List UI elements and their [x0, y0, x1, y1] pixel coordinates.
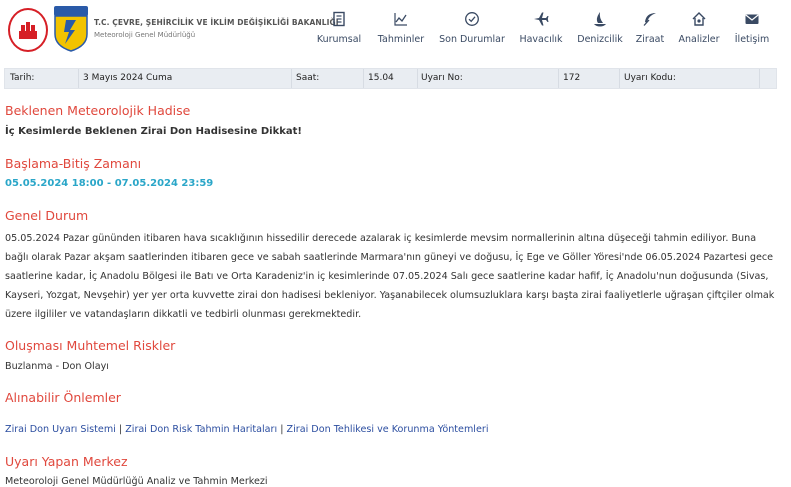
ministry-emblem-icon: [19, 22, 37, 39]
sailboat-icon: [594, 12, 606, 27]
merkez-title: Uyarı Yapan Merkez: [5, 454, 128, 469]
divider: [291, 69, 292, 88]
saat-label: Saat:: [296, 73, 320, 83]
divider: [78, 69, 79, 88]
nav-kurumsal[interactable]: Kurumsal: [314, 0, 364, 60]
risk-title: Oluşması Muhtemel Riskler: [5, 338, 176, 353]
building-icon: [333, 11, 345, 27]
hadise-text: İç Kesimlerde Beklenen Zirai Don Hadises…: [5, 126, 302, 137]
nav-son-durumlar[interactable]: Son Durumlar: [438, 0, 506, 60]
hadise-title: Beklenen Meteorolojik Hadise: [5, 103, 191, 118]
check-circle-icon: [465, 12, 479, 26]
genel-durum-text: 05.05.2024 Pazar gününden itibaren hava …: [5, 233, 775, 320]
tarih-label: Tarih:: [10, 73, 35, 83]
ministry-logo[interactable]: [8, 8, 48, 52]
saat-value: 15.04: [368, 73, 394, 83]
divider: [558, 69, 559, 88]
onlem-links: Zirai Don Uyarı Sistemi | Zirai Don Risk…: [5, 424, 488, 435]
nav-iletisim[interactable]: İletişim: [731, 0, 773, 60]
nav-label: Tahminler: [377, 34, 425, 45]
nav-analizler[interactable]: Analizler: [678, 0, 720, 60]
link-zirai-don-risk-haritalari[interactable]: Zirai Don Risk Tahmin Haritaları: [125, 424, 277, 435]
risk-text: Buzlanma - Don Olayı: [5, 361, 109, 372]
uyari-kodu-label: Uyarı Kodu:: [624, 73, 676, 83]
leaf-icon: [643, 13, 656, 26]
brand-text: T.C. ÇEVRE, ŞEHİRCİLİK VE İKLİM DEĞİŞİKL…: [94, 18, 339, 39]
link-separator: |: [118, 424, 123, 435]
onlem-title: Alınabilir Önlemler: [5, 390, 121, 405]
nav-label: Analizler: [678, 34, 720, 45]
uyari-no-label: Uyarı No:: [421, 73, 463, 83]
divider: [619, 69, 620, 88]
nav-tahminler[interactable]: Tahminler: [374, 0, 428, 60]
ministry-name: T.C. ÇEVRE, ŞEHİRCİLİK VE İKLİM DEĞİŞİKL…: [94, 18, 339, 27]
airplane-icon: [534, 12, 549, 26]
genel-durum-title: Genel Durum: [5, 208, 89, 223]
nav-ziraat[interactable]: Ziraat: [633, 0, 667, 60]
link-zirai-don-korunma-yontemleri[interactable]: Zirai Don Tehlikesi ve Korunma Yöntemler…: [287, 424, 489, 435]
meteoroloji-emblem-icon: [54, 6, 88, 52]
zaman-text: 05.05.2024 18:00 - 07.05.2024 23:59: [5, 178, 214, 189]
warning-info-bar: Tarih: 3 Mayıs 2024 Cuma Saat: 15.04 Uya…: [4, 68, 777, 89]
tarih-value: 3 Mayıs 2024 Cuma: [83, 73, 173, 83]
site-header: T.C. ÇEVRE, ŞEHİRCİLİK VE İKLİM DEĞİŞİKL…: [0, 0, 791, 60]
house-icon: [692, 12, 706, 26]
nav-label: İletişim: [734, 34, 770, 45]
divider: [417, 69, 418, 88]
nav-label: Denizcilik: [577, 34, 623, 45]
zaman-title: Başlama-Bitiş Zamanı: [5, 156, 142, 171]
uyari-no-value: 172: [563, 73, 581, 83]
nav-label: Ziraat: [635, 34, 665, 45]
nav-denizcilik[interactable]: Denizcilik: [575, 0, 625, 60]
nav-havacilik[interactable]: Havacılık: [517, 0, 565, 60]
meteoroloji-logo[interactable]: [52, 4, 90, 52]
divider: [759, 69, 760, 88]
link-zirai-don-uyari-sistemi[interactable]: Zirai Don Uyarı Sistemi: [5, 424, 116, 435]
divider: [363, 69, 364, 88]
merkez-text: Meteoroloji Genel Müdürlüğü Analiz ve Ta…: [5, 476, 268, 487]
nav-label: Kurumsal: [316, 34, 362, 45]
envelope-icon: [745, 14, 759, 24]
link-separator: |: [280, 424, 284, 435]
line-chart-icon: [394, 13, 407, 26]
nav-label: Son Durumlar: [439, 34, 505, 45]
directorate-name: Meteoroloji Genel Müdürlüğü: [94, 31, 196, 39]
nav-label: Havacılık: [519, 34, 563, 45]
